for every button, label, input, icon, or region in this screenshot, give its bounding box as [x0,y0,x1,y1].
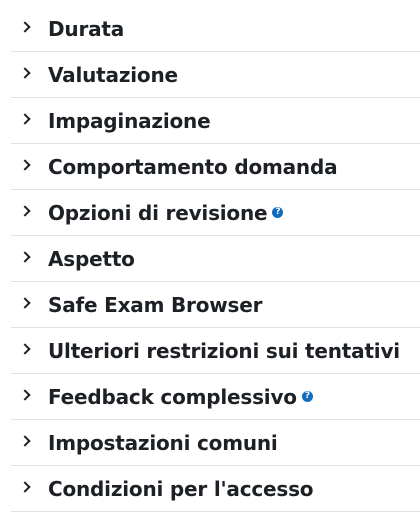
section-opzioni-di-revisione[interactable]: Opzioni di revisione? [11,190,420,236]
chevron-right-icon [19,204,31,217]
section-valutazione[interactable]: Valutazione [11,52,420,98]
section-label: Aspetto [48,246,135,271]
section-label: Valutazione [48,62,178,87]
chevron-right-icon [19,158,31,171]
section-label: Safe Exam Browser [48,292,263,317]
section-impaginazione[interactable]: Impaginazione [11,98,420,144]
chevron-right-icon [19,388,31,401]
settings-sections-list: Durata Valutazione Impaginazione Comport… [0,0,420,518]
chevron-right-icon [19,66,31,79]
section-label: Durata [48,16,125,41]
section-durata[interactable]: Durata [11,6,420,52]
section-label: Comportamento domanda [48,154,338,179]
section-label: Feedback complessivo [48,384,297,409]
section-label: Opzioni di revisione [48,200,268,225]
chevron-right-icon [19,112,31,125]
chevron-right-icon [19,296,31,309]
section-ulteriori-restrizioni[interactable]: Ulteriori restrizioni sui tentativi [11,328,420,374]
section-aspetto[interactable]: Aspetto [11,236,420,282]
section-label: Impaginazione [48,108,211,133]
section-label: Ulteriori restrizioni sui tentativi [48,338,400,363]
section-safe-exam-browser[interactable]: Safe Exam Browser [11,282,420,328]
chevron-right-icon [19,342,31,355]
section-label: Condizioni per l'accesso [48,476,314,501]
chevron-right-icon [19,434,31,447]
question-circle-icon[interactable]: ? [272,207,284,218]
section-feedback-complessivo[interactable]: Feedback complessivo? [11,374,420,420]
chevron-right-icon [19,480,31,493]
section-label: Impostazioni comuni [48,430,278,455]
chevron-right-icon [19,250,31,263]
question-circle-icon[interactable]: ? [301,391,313,402]
section-condizioni-accesso[interactable]: Condizioni per l'accesso [11,466,420,512]
section-impostazioni-comuni[interactable]: Impostazioni comuni [11,420,420,466]
section-comportamento-domanda[interactable]: Comportamento domanda [11,144,420,190]
chevron-right-icon [19,20,31,33]
